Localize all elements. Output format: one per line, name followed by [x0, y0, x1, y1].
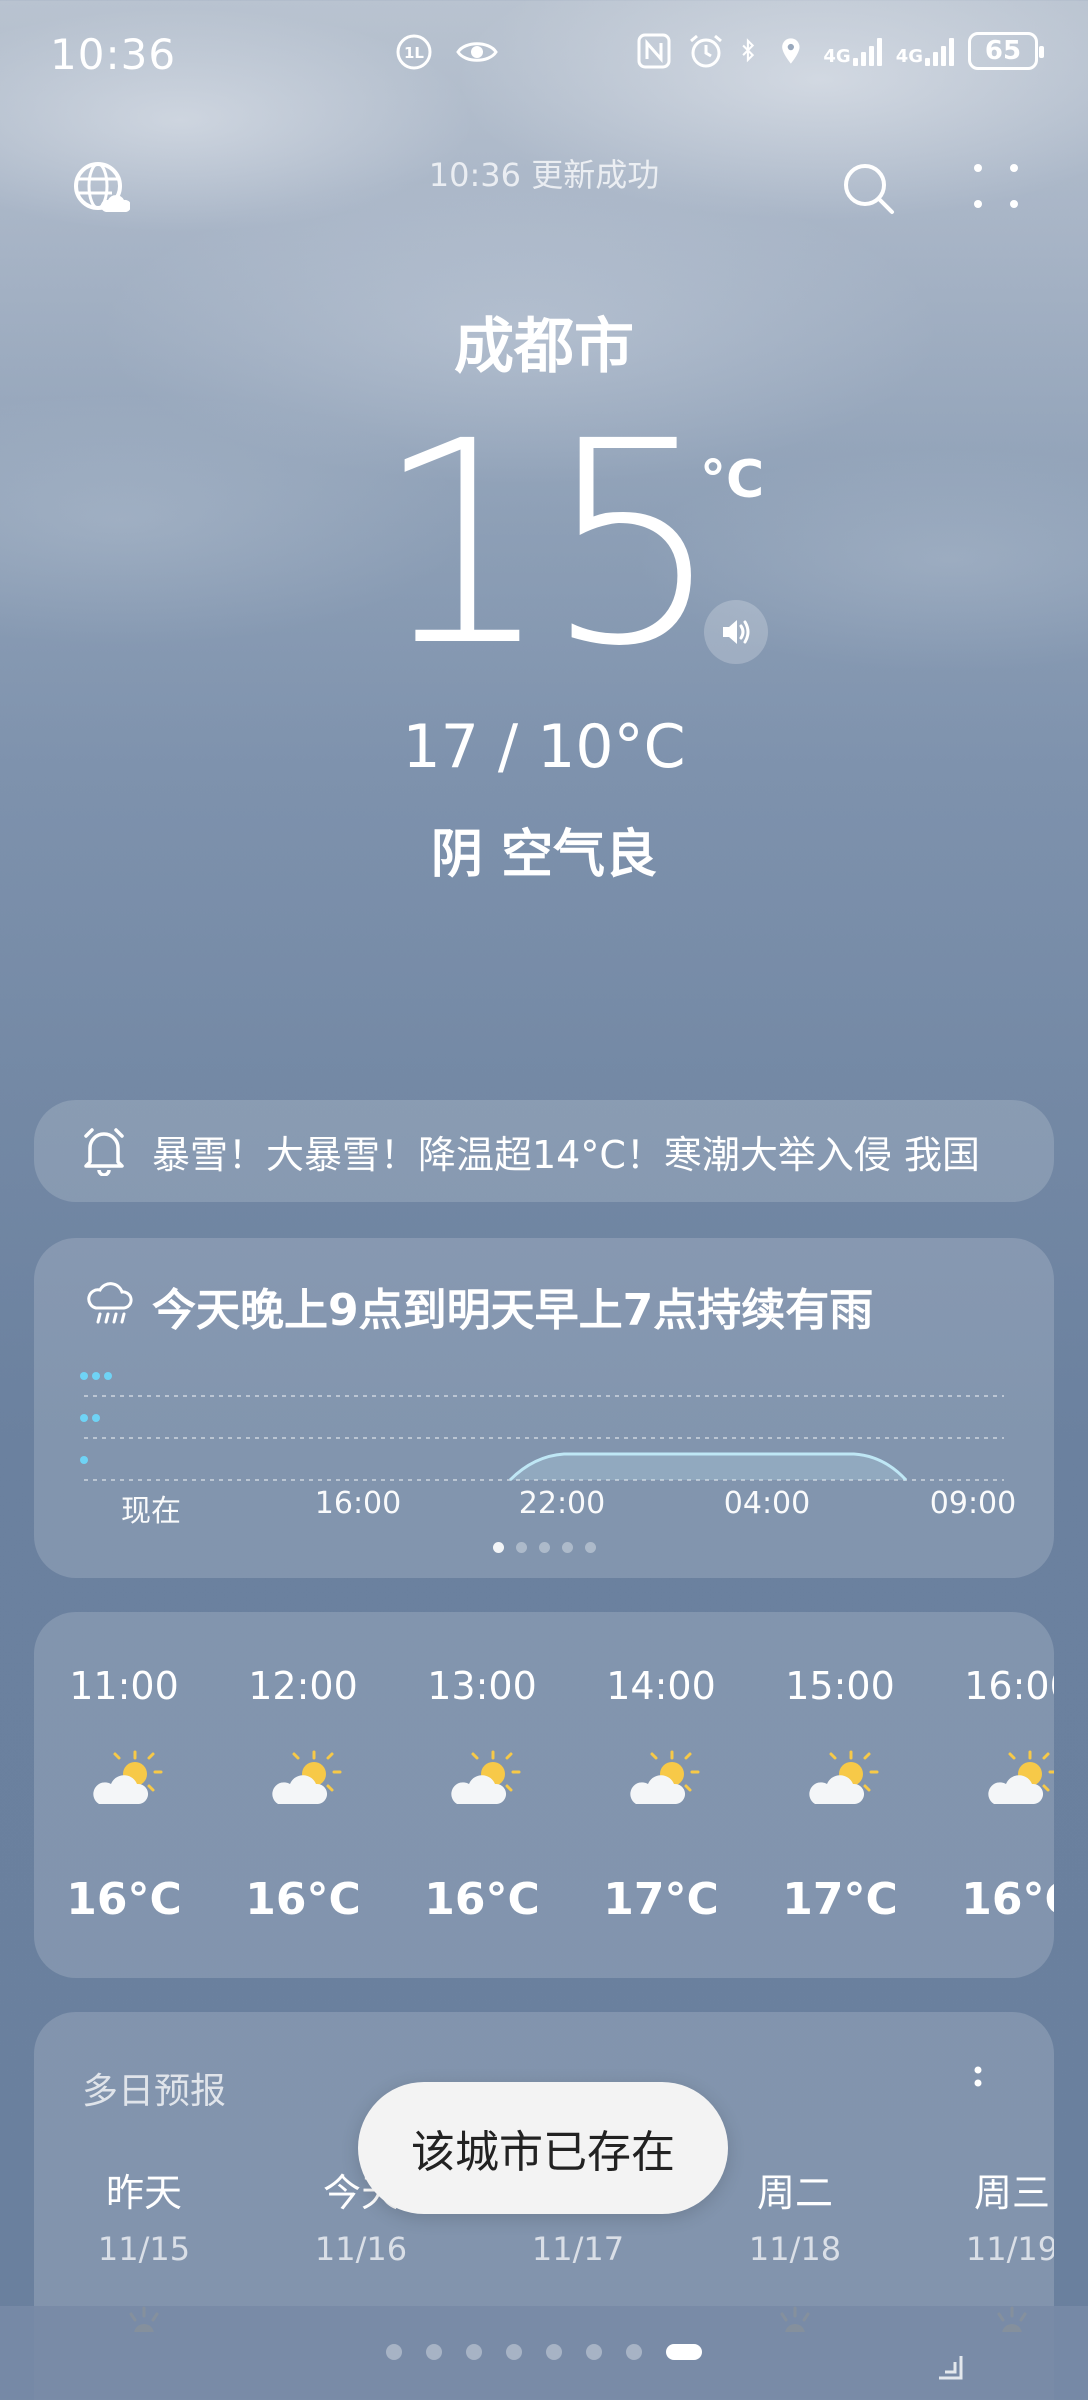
page-dot[interactable]: [538, 1542, 550, 1553]
hourly-item[interactable]: 11:00 16°C: [49, 1612, 199, 1978]
alert-text: 暴雪！大暴雪！降温超14°C！寒潮大举入侵 我国: [152, 1132, 980, 1177]
city-name: 成都市: [454, 312, 634, 382]
alarm-icon: [690, 34, 723, 68]
signal-sim2: 4G: [896, 36, 954, 66]
more-options-icon[interactable]: [970, 2060, 986, 2106]
hourly-item[interactable]: 16:00 16°C: [944, 1612, 1054, 1978]
day-date: 11/16: [314, 2230, 408, 2268]
day-date: 11/18: [748, 2230, 842, 2268]
status-bar: 10:36 1L 4G 4G 65: [0, 0, 1088, 110]
city-page-dot[interactable]: [386, 2344, 402, 2360]
status-icons-right: 4G 4G 65: [635, 32, 1044, 70]
page-dot[interactable]: [584, 1542, 596, 1553]
partly-cloudy-icon: [93, 1750, 163, 1804]
rain-forecast-title: 今天晚上9点到明天早上7点持续有雨: [152, 1285, 874, 1336]
hour-temp: 17°C: [782, 1874, 898, 1925]
hour-time: 11:00: [69, 1664, 179, 1708]
day-date: 11/17: [531, 2230, 625, 2268]
status-icons-left: 1L: [395, 33, 499, 71]
hourly-item[interactable]: 14:00 17°C: [586, 1612, 736, 1978]
rain-tick-0400: 04:00: [723, 1486, 811, 1521]
city-page-dot[interactable]: [466, 2344, 482, 2360]
hour-temp: 17°C: [603, 1874, 719, 1925]
signal-bars-icon: [852, 36, 882, 66]
network-type-label: 4G: [895, 46, 923, 67]
voice-broadcast-button[interactable]: [704, 600, 768, 664]
rain-page-dots: [34, 1542, 1054, 1553]
partly-cloudy-icon: [988, 1750, 1054, 1804]
city-page-dot[interactable]: [506, 2344, 522, 2360]
cloud-rain-icon: [87, 1282, 133, 1324]
hourly-item[interactable]: 15:00 17°C: [765, 1612, 915, 1978]
svg-text:1L: 1L: [404, 44, 424, 62]
alert-bell-icon: [84, 1128, 124, 1176]
rain-intensity-light-icon: [80, 1456, 88, 1464]
temperature-range: 17 / 10°C: [402, 712, 686, 782]
partly-cloudy-icon: [451, 1750, 521, 1804]
weather-condition: 阴 空气良: [430, 825, 658, 885]
hour-temp: 16°C: [245, 1874, 361, 1925]
rain-tick-0900: 09:00: [929, 1486, 1017, 1521]
network-type-label: 4G: [823, 46, 851, 67]
speaker-icon: [723, 620, 750, 644]
status-time: 10:36: [50, 30, 177, 79]
day-date: 11/19: [965, 2230, 1054, 2268]
hour-time: 15:00: [785, 1664, 895, 1708]
update-status-text: 10:36 更新成功: [428, 156, 660, 194]
city-page-dot[interactable]: [586, 2344, 602, 2360]
hour-time: 12:00: [248, 1664, 358, 1708]
signal-bars-icon: [925, 36, 954, 66]
rain-area: [510, 1454, 906, 1480]
partly-cloudy-icon: [809, 1750, 879, 1804]
hour-time: 13:00: [427, 1664, 537, 1708]
rain-intensity-medium-icon: [80, 1414, 100, 1422]
multi-day-title: 多日预报: [82, 2071, 227, 2112]
city-page-dot-active[interactable]: [666, 2344, 702, 2360]
toast-message: 该城市已存在: [358, 2082, 728, 2214]
hour-temp: 16°C: [961, 1874, 1054, 1925]
rain-intensity-heavy-icon: [80, 1372, 112, 1380]
day-name: 昨天: [105, 2171, 182, 2215]
rain-tick-1600: 16:00: [314, 1486, 402, 1521]
temperature-unit: °C: [700, 450, 765, 510]
day-name: 周三: [973, 2171, 1050, 2215]
city-page-dot[interactable]: [546, 2344, 562, 2360]
rain-tick-2200: 22:00: [518, 1486, 606, 1521]
page-dot[interactable]: [561, 1542, 573, 1553]
hourly-item[interactable]: 13:00 16°C: [407, 1612, 557, 1978]
battery-level: 65: [984, 36, 1022, 66]
page-dot-active[interactable]: [492, 1542, 504, 1553]
rain-tick-now: 现在: [121, 1494, 181, 1529]
hour-temp: 16°C: [66, 1874, 182, 1925]
city-page-dot[interactable]: [426, 2344, 442, 2360]
gesture-corner-icon: [939, 2356, 963, 2380]
hour-time: 16:00: [964, 1664, 1054, 1708]
search-icon[interactable]: [840, 160, 898, 218]
bluetooth-icon: [742, 38, 755, 63]
day-date: 11/15: [97, 2230, 191, 2268]
eye-icon: [456, 42, 498, 62]
day-name: 周二: [756, 2171, 833, 2215]
more-menu-icon[interactable]: [970, 160, 1022, 212]
partly-cloudy-icon: [630, 1750, 700, 1804]
nfc-icon: [637, 33, 671, 69]
city-page-dot[interactable]: [626, 2344, 642, 2360]
hour-temp: 16°C: [424, 1874, 540, 1925]
current-temperature: 15: [373, 382, 722, 708]
signal-sim1: 4G: [823, 36, 882, 67]
hour-time: 14:00: [606, 1664, 716, 1708]
page-dot[interactable]: [515, 1542, 527, 1553]
battery-indicator: 65: [968, 32, 1044, 70]
hourly-forecast-card[interactable]: 11:00 16°C 12:00 16°C 13:00 16°C 14:00 1…: [34, 1612, 1054, 1978]
hd-call-icon: 1L: [396, 34, 432, 70]
city-page-indicator: [0, 2344, 1088, 2360]
rain-forecast-card[interactable]: 今天晚上9点到明天早上7点持续有雨 现在 16:00 22:00 04:00 0…: [34, 1238, 1054, 1578]
weather-alert-card[interactable]: 暴雪！大暴雪！降温超14°C！寒潮大举入侵 我国: [34, 1100, 1054, 1202]
hourly-item[interactable]: 12:00 16°C: [228, 1612, 378, 1978]
partly-cloudy-icon: [272, 1750, 342, 1804]
location-icon: [782, 38, 800, 64]
